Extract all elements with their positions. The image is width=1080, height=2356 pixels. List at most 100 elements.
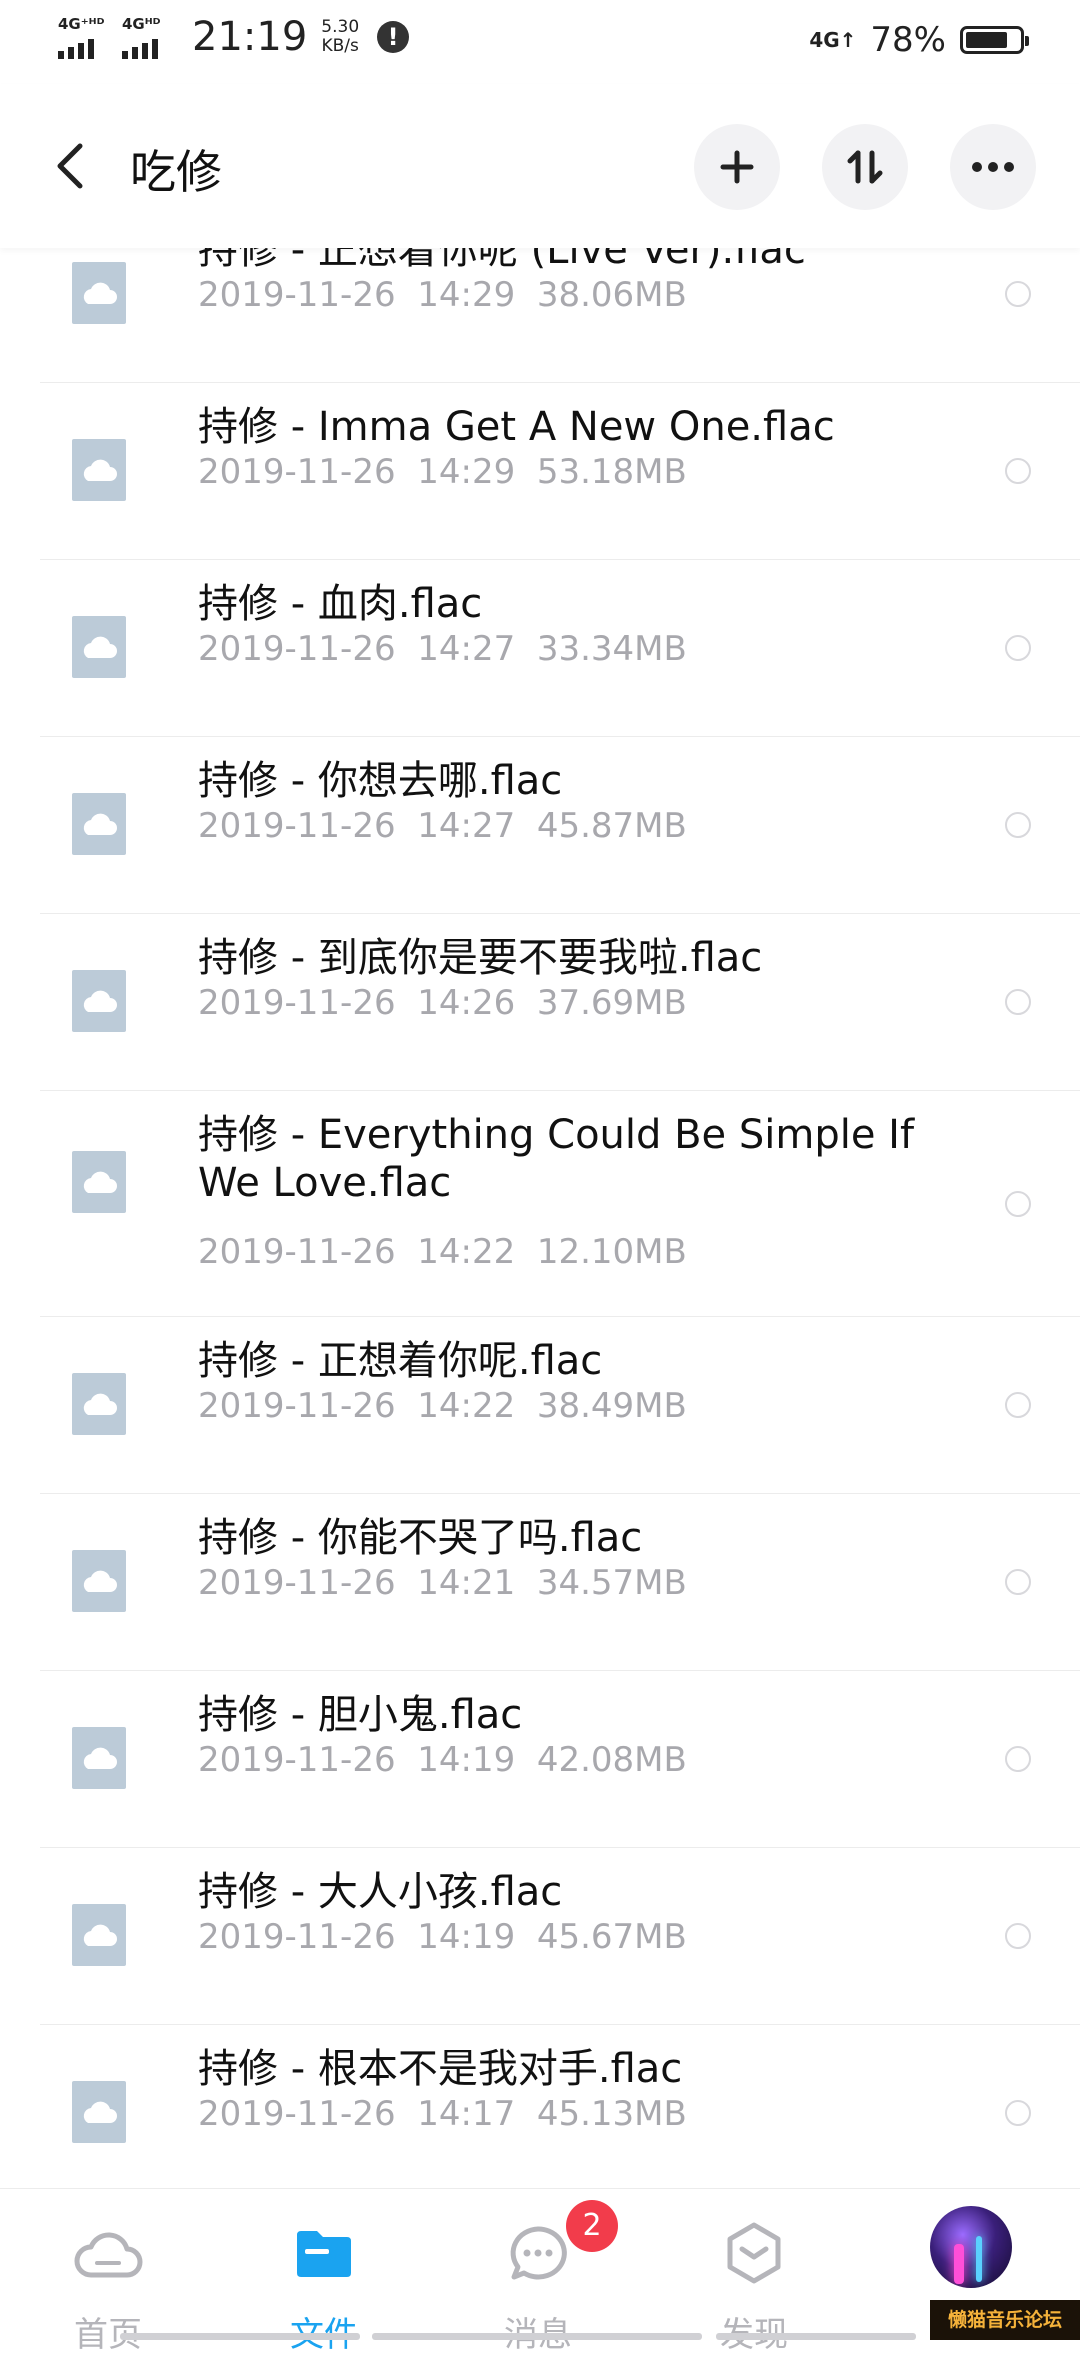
battery-icon [960,26,1029,54]
file-cloud-icon [72,970,126,1032]
message-badge: 2 [566,2200,618,2252]
avatar-image [954,2244,964,2284]
tab-discover[interactable]: 发现 [694,2215,814,2355]
select-radio[interactable] [1005,1569,1031,1595]
cloud-icon [74,2232,143,2278]
bottom-tab-bar: 首页 文件 消息 发现 [0,2188,1080,2355]
file-row[interactable]: 持修 - 胆小鬼.flac 2019-11-26 14:19 42.08MB [40,1671,1080,1848]
file-name: 持修 - 到底你是要不要我啦.flac [198,935,763,981]
nav-gesture-bar [716,2333,916,2340]
file-date: 2019-11-26 [198,275,396,315]
file-time: 14:21 [417,1563,516,1603]
more-button[interactable] [950,124,1036,210]
file-cloud-icon [72,439,126,501]
file-name: 持修 - 正想着你呢.flac [198,1338,603,1384]
file-date: 2019-11-26 [198,806,396,846]
file-size: 38.06MB [536,275,687,315]
file-time: 14:22 [417,1232,516,1272]
page-title: 吃修 [130,145,222,199]
sim2-network-label: 4Gᴴᴰ [122,15,161,33]
file-time: 14:26 [417,983,516,1023]
file-row[interactable]: 持修 - 到底你是要不要我啦.flac 2019-11-26 14:26 37.6… [40,914,1080,1091]
select-radio[interactable] [1005,2100,1031,2126]
alert-icon: ! [377,21,410,53]
file-row[interactable]: 持修 - 你能不哭了吗.flac 2019-11-26 14:21 34.57MB [40,1494,1080,1671]
battery-percent: 78% [870,20,946,60]
status-bar: 4G⁺ᴴᴰ 4Gᴴᴰ 21:19 5.30 KB/s ! 4G↑ 78% [0,0,1080,84]
network-speed: 5.30 KB/s [321,18,359,56]
file-size: 42.08MB [536,1740,687,1780]
file-cloud-icon [72,1904,126,1966]
file-cloud-icon [72,1151,126,1213]
more-dots-icon [972,162,1014,172]
file-date: 2019-11-26 [198,1386,396,1426]
add-button[interactable] [694,124,780,210]
file-cloud-icon [72,793,126,855]
file-cloud-icon [72,1550,126,1612]
network-speed-unit: KB/s [321,36,359,56]
file-date: 2019-11-26 [198,452,396,492]
file-name: 持修 - 根本不是我对手.flac [198,2046,683,2092]
file-cloud-icon [72,1373,126,1435]
select-radio[interactable] [1005,635,1031,661]
file-meta: 2019-11-26 14:21 34.57MB [198,1562,687,1604]
sim1-network-label: 4G⁺ᴴᴰ [58,15,105,33]
file-time: 14:29 [417,452,516,492]
avatar[interactable] [930,2206,1012,2288]
file-size: 37.69MB [536,983,687,1023]
tab-home-label: 首页 [74,2315,142,2355]
tab-files[interactable]: 文件 [264,2215,384,2355]
file-name: 持修 - 正想着你呢 (Live Ver).flac [198,248,806,273]
back-button[interactable] [52,140,88,192]
file-meta: 2019-11-26 14:26 37.69MB [198,982,687,1024]
file-row[interactable]: 持修 - 根本不是我对手.flac 2019-11-26 14:17 45.13M… [40,2025,1080,2188]
file-row[interactable]: 持修 - 正想着你呢 (Live Ver).flac 2019-11-26 14:… [40,248,1080,383]
file-time: 14:27 [417,629,516,669]
folder-icon [297,2231,351,2277]
network-speed-value: 5.30 [321,17,360,37]
file-date: 2019-11-26 [198,1917,396,1957]
file-name: 持修 - 你能不哭了吗.flac [198,1515,643,1561]
select-radio[interactable] [1005,1746,1031,1772]
file-name: 持修 - 血肉.flac [198,581,483,627]
file-time: 14:27 [417,806,516,846]
file-size: 33.34MB [536,629,687,669]
file-meta: 2019-11-26 14:19 42.08MB [198,1739,687,1781]
file-size: 53.18MB [536,452,687,492]
plus-icon [720,150,754,184]
file-list[interactable]: 持修 - 正想着你呢 (Live Ver).flac 2019-11-26 14:… [0,248,1080,2188]
signal-sim2-icon: 4Gᴴᴰ [122,15,178,59]
signal-sim1-icon: 4G⁺ᴴᴰ [58,15,114,59]
select-radio[interactable] [1005,1191,1031,1217]
file-size: 45.87MB [536,806,687,846]
tab-discover-label: 发现 [720,2315,788,2355]
select-radio[interactable] [1005,458,1031,484]
file-meta: 2019-11-26 14:27 45.87MB [198,805,687,847]
file-row[interactable]: 持修 - 血肉.flac 2019-11-26 14:27 33.34MB [40,560,1080,737]
discover-icon [727,2222,781,2284]
file-row[interactable]: 持修 - 大人小孩.flac 2019-11-26 14:19 45.67MB [40,1848,1080,2025]
select-radio[interactable] [1005,1923,1031,1949]
file-meta: 2019-11-26 14:22 38.49MB [198,1385,687,1427]
select-radio[interactable] [1005,989,1031,1015]
select-radio[interactable] [1005,1392,1031,1418]
file-size: 34.57MB [536,1563,687,1603]
file-meta: 2019-11-26 14:27 33.34MB [198,628,687,670]
file-meta: 2019-11-26 14:29 53.18MB [198,451,687,493]
file-meta: 2019-11-26 14:22 12.10MB [198,1231,687,1273]
file-row[interactable]: 持修 - Imma Get A New One.flac 2019-11-26 1… [40,383,1080,560]
nav-gesture-bar [372,2333,702,2340]
file-row[interactable]: 持修 - 正想着你呢.flac 2019-11-26 14:22 38.49MB [40,1317,1080,1494]
tab-home[interactable]: 首页 [48,2215,168,2355]
select-radio[interactable] [1005,812,1031,838]
file-time: 14:22 [417,1386,516,1426]
file-row[interactable]: 持修 - Everything Could Be Simple If We Lo… [40,1091,1080,1317]
status-time: 21:19 [192,14,308,60]
file-row[interactable]: 持修 - 你想去哪.flac 2019-11-26 14:27 45.87MB [40,737,1080,914]
select-radio[interactable] [1005,281,1031,307]
sort-button[interactable] [822,124,908,210]
file-date: 2019-11-26 [198,1563,396,1603]
file-name: 持修 - Imma Get A New One.flac [198,404,835,450]
file-name: 持修 - 你想去哪.flac [198,758,563,804]
file-date: 2019-11-26 [198,1740,396,1780]
